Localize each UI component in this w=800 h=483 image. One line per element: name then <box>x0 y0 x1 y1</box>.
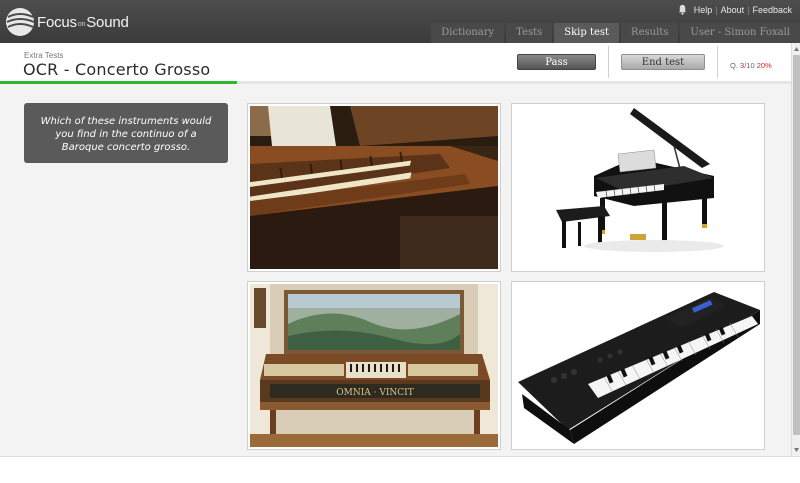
question-text: Which of these instruments would you fin… <box>24 103 228 163</box>
scroll-thumb[interactable] <box>793 55 800 435</box>
question-area: Which of these instruments would you fin… <box>0 84 791 456</box>
page-footer-space <box>0 456 800 483</box>
logo-icon <box>6 8 35 36</box>
divider <box>717 46 718 78</box>
divider <box>608 46 609 78</box>
grand-piano-image <box>514 106 762 269</box>
tab-results[interactable]: Results <box>621 23 679 43</box>
about-link[interactable]: About <box>721 5 745 15</box>
scroll-up-arrow-icon[interactable] <box>793 45 800 53</box>
virginal-inscription: OMNIA · VINCIT <box>336 388 413 398</box>
pass-button[interactable]: Pass <box>517 54 596 70</box>
tab-user[interactable]: User - Simon Foxall <box>680 23 800 43</box>
answer-option-grand-piano[interactable] <box>511 103 765 272</box>
brand-name: FocusonSound <box>37 14 129 31</box>
logo[interactable]: FocusonSound <box>5 5 135 39</box>
app-window: FocusonSound Help | About | Feedback Dic… <box>0 0 800 483</box>
vertical-scrollbar[interactable] <box>791 43 800 456</box>
main-tabs: Dictionary Tests Skip test Results User … <box>429 23 800 43</box>
answer-option-harpsichord[interactable] <box>247 103 501 272</box>
answer-option-virginal[interactable]: OMNIA · VINCIT <box>247 281 501 450</box>
tab-dictionary[interactable]: Dictionary <box>431 23 505 43</box>
synthesizer-image <box>514 284 762 447</box>
answer-option-digital-keyboard[interactable] <box>511 281 765 450</box>
end-test-button[interactable]: End test <box>621 54 705 70</box>
virginal-image: OMNIA · VINCIT <box>250 284 498 447</box>
top-header: FocusonSound Help | About | Feedback Dic… <box>0 0 800 43</box>
scroll-down-arrow-icon[interactable] <box>793 446 800 454</box>
harpsichord-image <box>250 106 498 269</box>
question-counter: Q. 3/10 20% <box>730 61 772 70</box>
bell-icon[interactable] <box>677 4 688 15</box>
feedback-link[interactable]: Feedback <box>752 5 792 15</box>
tab-skip-test[interactable]: Skip test <box>554 23 620 43</box>
page-title: OCR - Concerto Grosso <box>23 60 211 79</box>
help-link[interactable]: Help <box>694 5 713 15</box>
section-subtitle: Extra Tests <box>24 51 64 60</box>
tab-tests[interactable]: Tests <box>506 23 553 43</box>
top-links: Help | About | Feedback <box>677 4 792 15</box>
